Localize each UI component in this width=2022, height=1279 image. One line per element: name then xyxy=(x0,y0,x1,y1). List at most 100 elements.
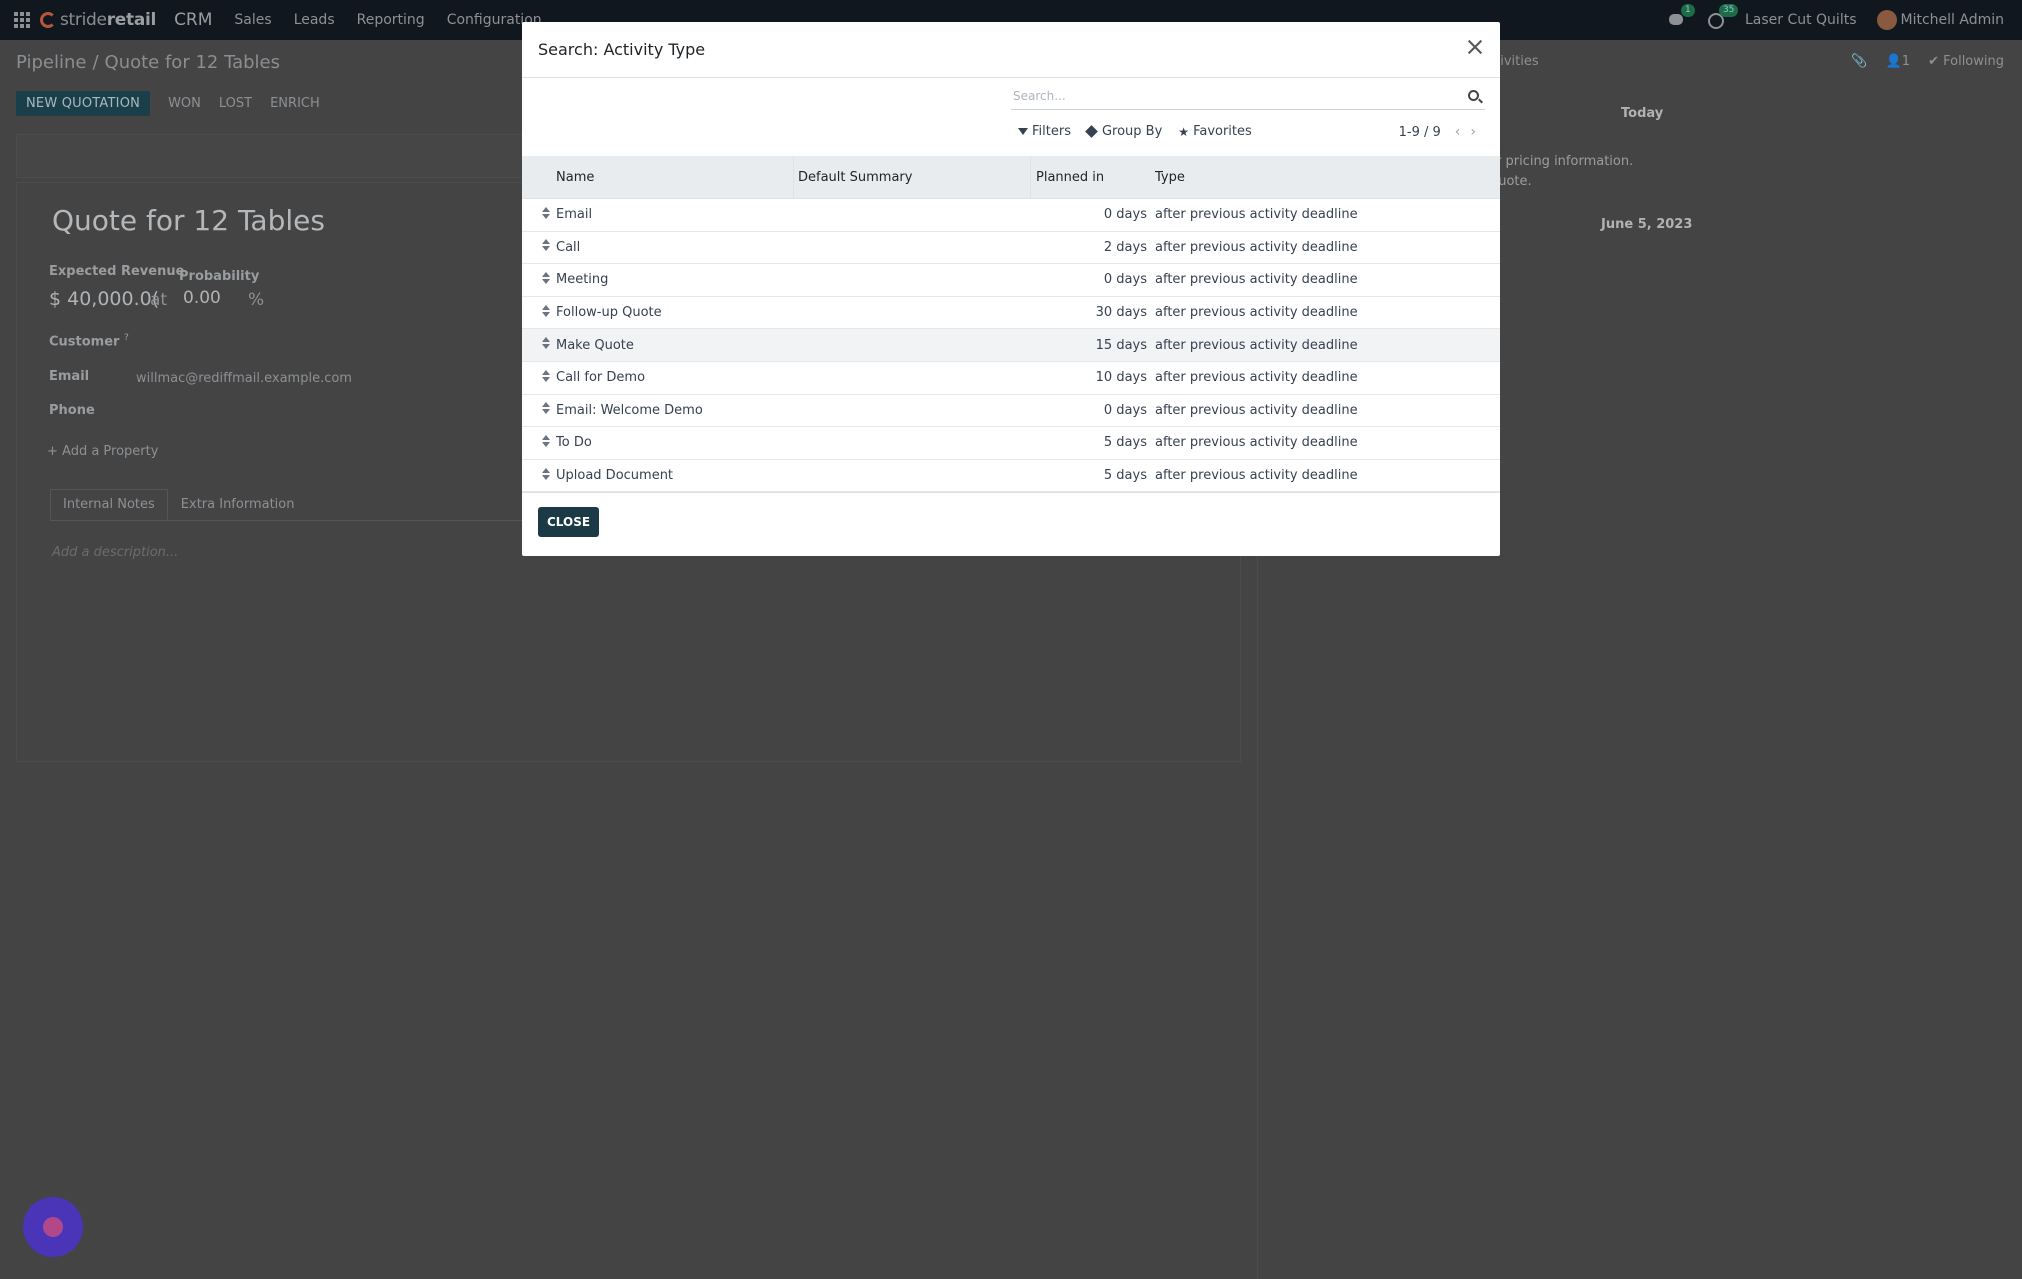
drag-handle-icon[interactable] xyxy=(542,239,550,252)
row-type: after previous activity deadline xyxy=(1155,435,1358,451)
expected-revenue-input[interactable]: $ 40,000.0( xyxy=(49,288,159,310)
add-property-button[interactable]: + Add a Property xyxy=(47,444,158,459)
chevron-left-icon[interactable]: ‹ xyxy=(1455,124,1461,140)
chevron-right-icon[interactable]: › xyxy=(1470,124,1476,140)
filters-toggle[interactable]: Filters xyxy=(1018,124,1071,139)
lost-button[interactable]: LOST xyxy=(219,96,252,111)
company-switcher[interactable]: Laser Cut Quilts xyxy=(1745,12,1857,28)
table-row[interactable]: Follow-up Quote 30 days after previous a… xyxy=(522,297,1500,330)
table-row[interactable]: Email 0 days after previous activity dea… xyxy=(522,199,1500,232)
row-name: Upload Document xyxy=(556,468,674,484)
expected-revenue-label: Expected Revenue xyxy=(49,264,185,279)
activity-type-table: Name Default Summary Planned in Type Ema… xyxy=(522,156,1500,493)
drag-handle-icon[interactable] xyxy=(542,304,550,317)
filter-icon xyxy=(1018,128,1028,135)
close-button[interactable]: CLOSE xyxy=(538,507,600,537)
close-icon[interactable] xyxy=(1464,36,1486,58)
table-row[interactable]: Make Quote 15 days after previous activi… xyxy=(522,329,1500,362)
search-options: Filters Group By ★ Favorites xyxy=(1018,124,1252,139)
row-name: Call xyxy=(556,239,581,255)
search-bar xyxy=(1011,84,1485,110)
plus-icon: + xyxy=(47,444,63,459)
star-icon: ★ xyxy=(1178,124,1190,139)
drag-handle-icon[interactable] xyxy=(542,369,550,382)
app-name[interactable]: CRM xyxy=(174,10,212,30)
drag-handle-icon[interactable] xyxy=(542,402,550,415)
probability-input[interactable]: 0.00 xyxy=(183,288,221,308)
user-name: Mitchell Admin xyxy=(1900,12,2005,28)
search-input[interactable] xyxy=(1011,84,1451,108)
row-name: Follow-up Quote xyxy=(556,305,662,321)
company-logo[interactable]: stride retail xyxy=(40,10,156,30)
user-menu[interactable]: Mitchell Admin xyxy=(1876,10,2005,30)
new-quotation-button[interactable]: NEW QUOTATION xyxy=(16,91,151,116)
favorites-toggle[interactable]: ★ Favorites xyxy=(1178,124,1252,139)
column-header-name[interactable]: Name xyxy=(554,156,794,198)
help-icon[interactable]: ? xyxy=(124,333,129,343)
messaging-icon[interactable]: 1 xyxy=(1668,4,1695,28)
row-name: Call for Demo xyxy=(556,370,646,386)
row-name: Email xyxy=(556,207,593,223)
statusbar-actions: NEW QUOTATION WON LOST ENRICH xyxy=(16,91,320,116)
activity-clock-icon[interactable]: 35 xyxy=(1707,4,1739,29)
row-type: after previous activity deadline xyxy=(1155,468,1358,484)
drag-handle-icon[interactable] xyxy=(542,434,550,447)
phone-label: Phone xyxy=(49,403,95,418)
modal-title: Search: Activity Type xyxy=(538,40,706,59)
table-row[interactable]: Meeting 0 days after previous activity d… xyxy=(522,264,1500,297)
row-name: Make Quote xyxy=(556,337,634,353)
person-icon: 👤 xyxy=(1885,54,1902,69)
row-planned: 0 days xyxy=(1103,402,1147,418)
row-summary xyxy=(794,297,1031,329)
column-header-type[interactable]: Type xyxy=(1151,170,1491,185)
apps-menu-icon[interactable] xyxy=(14,12,30,28)
group-by-toggle[interactable]: Group By xyxy=(1085,124,1162,139)
date-separator-today: Today xyxy=(1621,106,1664,121)
tab-extra-information[interactable]: Extra Information xyxy=(168,489,308,520)
modal-footer: CLOSE xyxy=(522,492,1500,556)
column-header-default-summary[interactable]: Default Summary xyxy=(794,156,1031,198)
enrich-button[interactable]: ENRICH xyxy=(270,96,320,111)
table-row[interactable]: Call 2 days after previous activity dead… xyxy=(522,232,1500,265)
breadcrumb-pipeline[interactable]: Pipeline xyxy=(16,52,86,73)
assistant-bubble-icon[interactable] xyxy=(23,1197,83,1257)
drag-handle-icon[interactable] xyxy=(542,271,550,284)
percent-sign: % xyxy=(248,290,265,310)
table-row[interactable]: Upload Document 5 days after previous ac… xyxy=(522,460,1500,493)
followers-button[interactable]: 👤1 xyxy=(1886,54,1910,69)
row-type: after previous activity deadline xyxy=(1155,239,1358,255)
row-type: after previous activity deadline xyxy=(1155,272,1358,288)
email-field[interactable]: willmac@rediffmail.example.com xyxy=(136,371,352,386)
row-summary xyxy=(794,395,1031,427)
row-type: after previous activity deadline xyxy=(1155,305,1358,321)
table-row[interactable]: Email: Welcome Demo 0 days after previou… xyxy=(522,395,1500,428)
row-planned: 0 days xyxy=(1103,272,1147,288)
drag-handle-icon[interactable] xyxy=(542,206,550,219)
breadcrumb: Pipeline / Quote for 12 Tables xyxy=(16,52,280,73)
drag-handle-icon[interactable] xyxy=(542,337,550,350)
column-header-planned-in[interactable]: Planned in xyxy=(1031,156,1151,198)
menu-reporting[interactable]: Reporting xyxy=(357,12,425,28)
pager-value[interactable]: 1-9 / 9 xyxy=(1399,125,1441,140)
menu-leads[interactable]: Leads xyxy=(294,12,335,28)
row-summary xyxy=(794,427,1031,459)
won-button[interactable]: WON xyxy=(168,96,201,111)
row-name: To Do xyxy=(556,435,592,451)
table-row[interactable]: Call for Demo 10 days after previous act… xyxy=(522,362,1500,395)
description-editor[interactable]: Add a description... xyxy=(52,545,178,560)
search-icon[interactable] xyxy=(1468,90,1479,101)
row-type: after previous activity deadline xyxy=(1155,337,1358,353)
row-name: Meeting xyxy=(556,272,609,288)
menu-sales[interactable]: Sales xyxy=(234,12,271,28)
following-button[interactable]: ✔ Following xyxy=(1928,54,2004,69)
brand-prefix: stride xyxy=(60,10,107,30)
drag-handle-icon[interactable] xyxy=(542,467,550,480)
paperclip-icon[interactable]: 📎 xyxy=(1851,54,1867,69)
table-row[interactable]: To Do 5 days after previous activity dea… xyxy=(522,427,1500,460)
row-planned: 5 days xyxy=(1103,435,1147,451)
row-type: after previous activity deadline xyxy=(1155,370,1358,386)
row-summary xyxy=(794,362,1031,394)
tab-internal-notes[interactable]: Internal Notes xyxy=(50,489,168,520)
lead-title[interactable]: Quote for 12 Tables xyxy=(52,204,325,237)
brand-suffix: retail xyxy=(106,10,157,30)
